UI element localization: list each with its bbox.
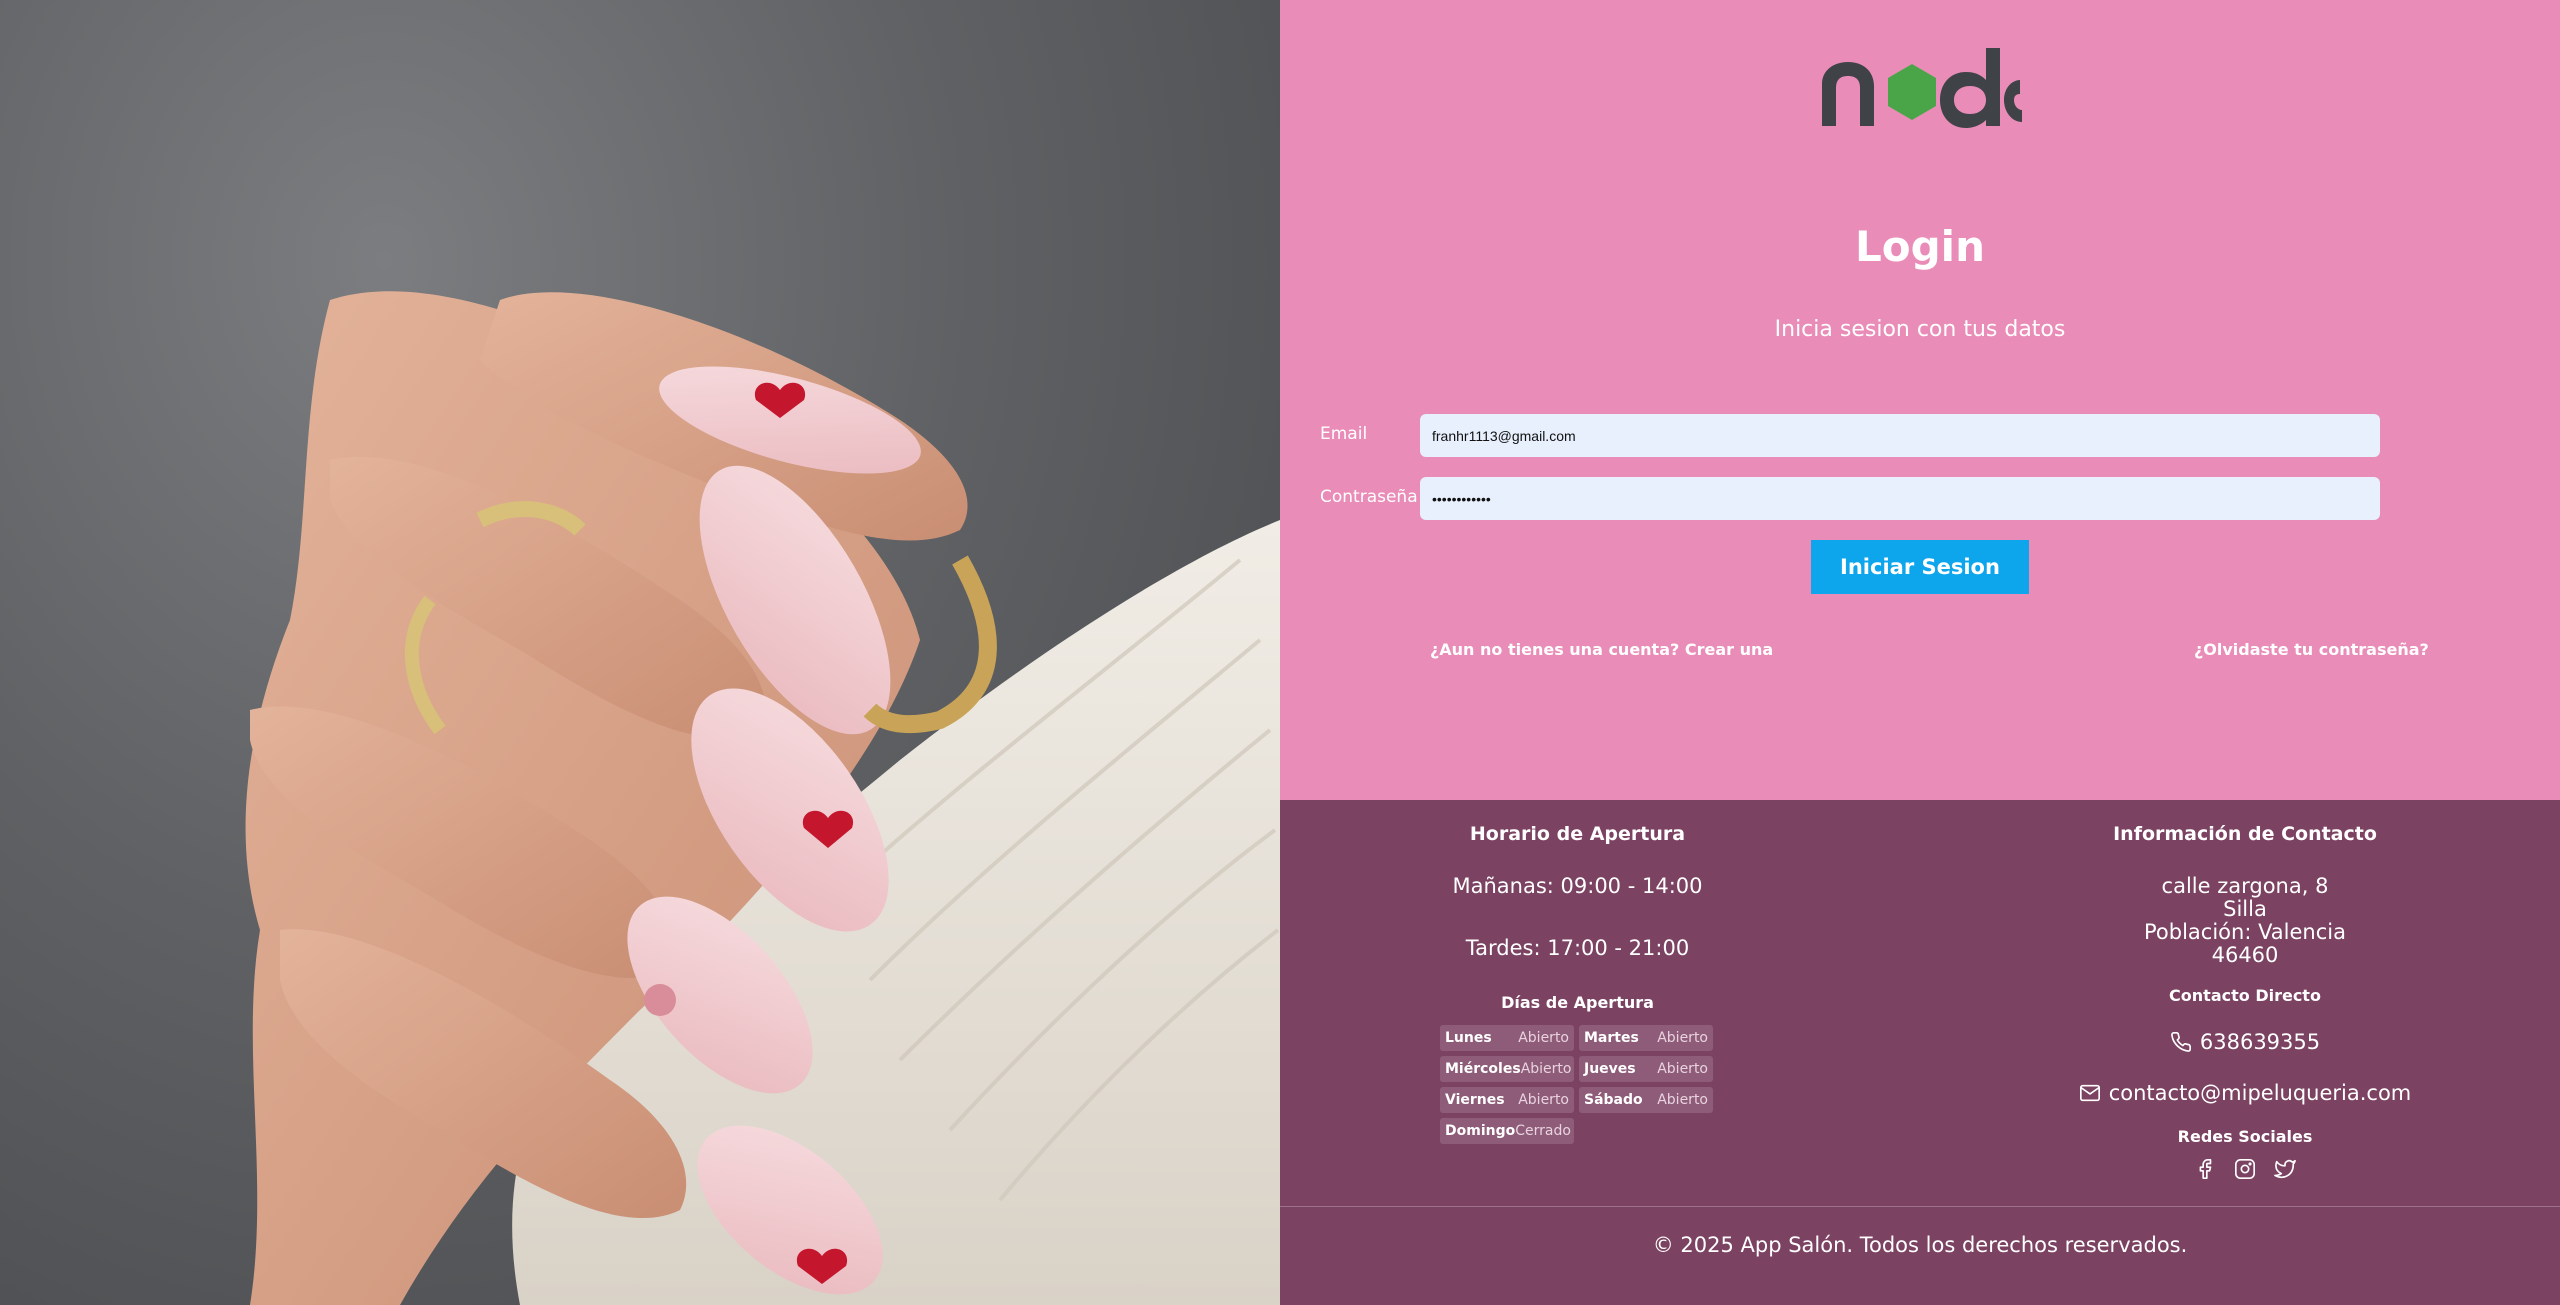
nails-photo [0,0,1280,1305]
day-status: Abierto [1657,1092,1708,1108]
login-button[interactable]: Iniciar Sesion [1811,540,2029,594]
day-name: Jueves [1584,1061,1636,1077]
day-name: Lunes [1445,1030,1492,1046]
login-panel: Login Inicia sesion con tus datos Email … [1280,0,2560,1305]
password-label: Contraseña [1320,487,1418,507]
day-domingo: Domingo Cerrado [1440,1118,1574,1144]
instagram-icon[interactable] [2234,1158,2256,1180]
contact-title: Información de Contacto [2113,823,2377,845]
email-line: contacto@mipeluqueria.com [2035,1081,2455,1105]
address-line: 46460 [2211,943,2279,967]
address-line: calle zargona, 8 [2161,874,2329,898]
day-status: Abierto [1520,1061,1572,1077]
day-sabado: Sábado Abierto [1579,1087,1713,1113]
direct-contact-title: Contacto Directo [2169,986,2321,1005]
day-lunes: Lunes Abierto [1440,1025,1574,1051]
phone-number[interactable]: 638639355 [2200,1030,2320,1054]
day-status: Abierto [1518,1030,1569,1046]
footer: Horario de Apertura Mañanas: 09:00 - 14:… [1280,800,2560,1305]
address-line: Población: Valencia [2143,920,2346,944]
email-label: Email [1320,424,1368,444]
morning-hours: Mañanas: 09:00 - 14:00 [1452,874,1703,898]
day-name: Sábado [1584,1092,1643,1108]
email-field[interactable] [1420,414,2380,457]
day-name: Martes [1584,1030,1639,1046]
node-logo-icon [1822,48,2022,128]
nails-illustration [245,291,1280,1305]
afternoon-hours: Tardes: 17:00 - 21:00 [1465,936,1690,960]
day-name: Domingo [1445,1123,1516,1139]
page: Login Inicia sesion con tus datos Email … [0,0,2560,1305]
footer-divider [1280,1206,2560,1207]
copyright-text: © 2025 App Salón. Todos los derechos res… [1652,1233,2188,1257]
day-status: Abierto [1657,1030,1708,1046]
day-name: Viernes [1445,1092,1505,1108]
opening-hours-title: Horario de Apertura [1469,823,1686,845]
mail-icon [2079,1084,2100,1102]
contact-email[interactable]: contacto@mipeluqueria.com [2109,1081,2412,1105]
day-jueves: Jueves Abierto [1579,1056,1713,1082]
day-miercoles: Miércoles Abierto [1440,1056,1574,1082]
day-viernes: Viernes Abierto [1440,1087,1574,1113]
phone-line: 638639355 [2035,1030,2455,1054]
twitter-icon[interactable] [2274,1158,2296,1180]
phone-icon [2170,1032,2191,1052]
social-title: Redes Sociales [2177,1127,2313,1146]
register-link[interactable]: ¿Aun no tienes una cuenta? Crear una [1430,640,1773,659]
login-title: Login [1855,222,1985,271]
day-name: Miércoles [1445,1061,1521,1077]
forgot-password-link[interactable]: ¿Olvidaste tu contraseña? [2194,640,2429,659]
login-subtitle: Inicia sesion con tus datos [1774,317,2066,342]
day-martes: Martes Abierto [1579,1025,1713,1051]
day-status: Abierto [1518,1092,1569,1108]
opening-days-title: Días de Apertura [1501,993,1654,1012]
day-status: Abierto [1657,1061,1708,1077]
login-section: Login Inicia sesion con tus datos Email … [1280,0,2560,800]
social-links [2035,1158,2455,1180]
address-line: Silla [2223,897,2267,921]
facebook-icon[interactable] [2194,1158,2216,1180]
password-field[interactable] [1420,477,2380,520]
day-status: Cerrado [1515,1123,1571,1139]
